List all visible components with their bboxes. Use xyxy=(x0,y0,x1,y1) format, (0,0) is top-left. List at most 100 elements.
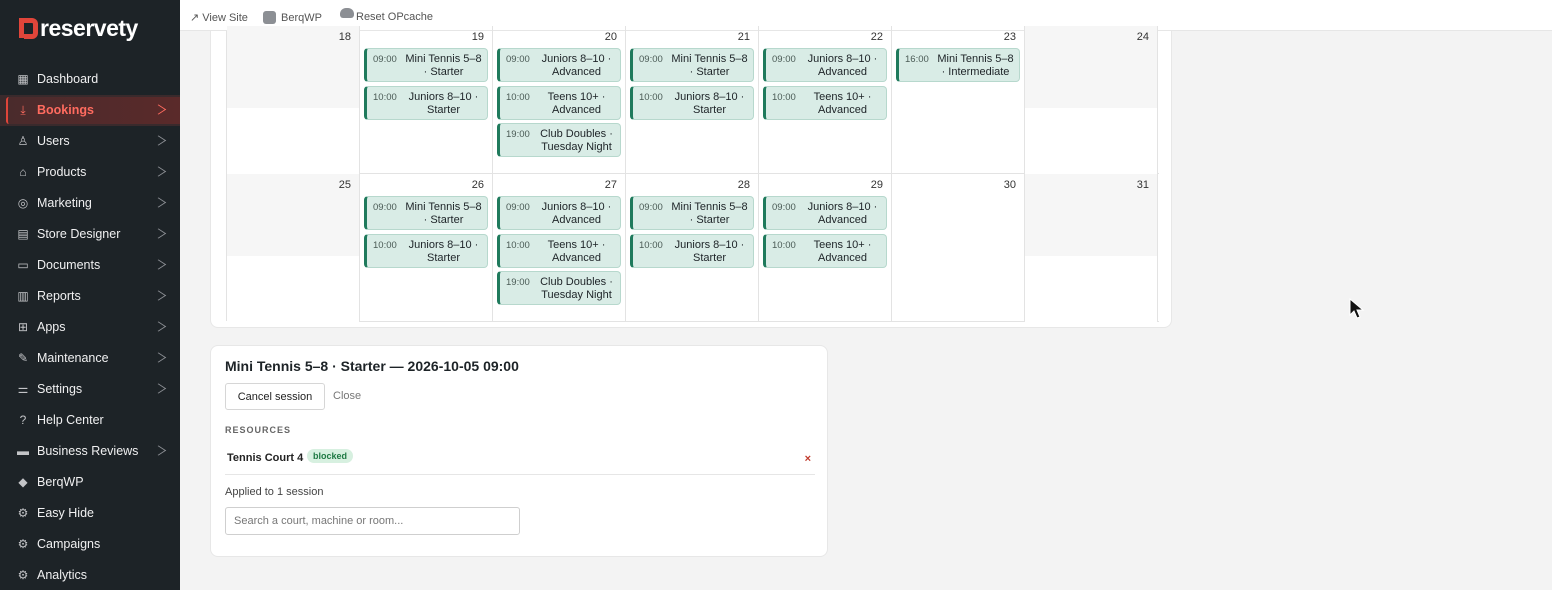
sidebar-item-label: Maintenance xyxy=(37,351,109,365)
event-time: 09:00 xyxy=(373,202,397,213)
chevron-right-icon xyxy=(150,259,167,270)
event-title: Juniors 8–10 · Starter xyxy=(408,91,479,116)
day-number: 31 xyxy=(1136,179,1149,191)
day-number: 29 xyxy=(870,179,883,191)
calendar-day-cell[interactable]: 29 09:00 Juniors 8–10 · Advanced 10:00 Teens… xyxy=(759,174,892,322)
sidebar-item-maintenance[interactable]: ✎ Maintenance xyxy=(0,343,180,374)
cloud-icon xyxy=(340,8,354,18)
event-time: 09:00 xyxy=(639,202,663,213)
sidebar-item-label: Marketing xyxy=(37,196,92,210)
event-title: Juniors 8–10 · Advanced xyxy=(807,53,878,78)
sidebar-item-store-designer[interactable]: ▤ Store Designer xyxy=(0,219,180,250)
cancel-session-button[interactable]: Cancel session xyxy=(225,383,325,410)
brand-logo[interactable]: reservety xyxy=(19,15,138,41)
day-number: 23 xyxy=(1003,31,1016,43)
event-time: 09:00 xyxy=(772,202,796,213)
event-time: 09:00 xyxy=(506,54,530,65)
calendar-event[interactable]: 19:00 Club Doubles · Tuesday Night xyxy=(497,271,621,305)
calendar-event[interactable]: 09:00 Mini Tennis 5–8 · Starter xyxy=(364,196,488,230)
reset-opcache-link[interactable]: Reset OPcache xyxy=(340,8,433,23)
chevron-right-icon xyxy=(150,290,167,301)
calendar-event[interactable]: 09:00 Juniors 8–10 · Advanced xyxy=(763,48,887,82)
calendar-event[interactable]: 16:00 Mini Tennis 5–8 · Intermediate xyxy=(896,48,1020,82)
calendar-event[interactable]: 10:00 Juniors 8–10 · Starter xyxy=(364,86,488,120)
event-title: Teens 10+ · Advanced xyxy=(547,91,606,116)
sidebar-item-analytics[interactable]: ⚙ Analytics xyxy=(0,560,180,590)
calendar-event[interactable]: 10:00 Teens 10+ · Advanced xyxy=(497,234,621,268)
sidebar-item-label: Easy Hide xyxy=(37,506,94,520)
calendar-day-cell[interactable]: 21 09:00 Mini Tennis 5–8 · Starter 10:00 Jun… xyxy=(626,26,759,174)
calendar-day-cell[interactable]: 18 xyxy=(227,26,360,174)
event-title: Mini Tennis 5–8 · Starter xyxy=(405,53,482,78)
day-number: 18 xyxy=(338,31,351,43)
day-number: 21 xyxy=(737,31,750,43)
calendar-event[interactable]: 09:00 Mini Tennis 5–8 · Starter xyxy=(630,196,754,230)
sidebar-item-bookings[interactable]: ⤓ Bookings xyxy=(0,95,180,126)
event-title: Mini Tennis 5–8 · Starter xyxy=(405,201,482,226)
sidebar-item-label: Business Reviews xyxy=(37,444,139,458)
calendar-event[interactable]: 10:00 Teens 10+ · Advanced xyxy=(497,86,621,120)
sidebar-item-apps[interactable]: ⊞ Apps xyxy=(0,312,180,343)
calendar-event[interactable]: 10:00 Juniors 8–10 · Starter xyxy=(630,86,754,120)
event-title: Juniors 8–10 · Advanced xyxy=(541,201,612,226)
calendar-day-cell[interactable]: 19 09:00 Mini Tennis 5–8 · Starter 10:00 Jun… xyxy=(360,26,493,174)
calendar-day-cell[interactable]: 25 xyxy=(227,174,360,322)
event-time: 10:00 xyxy=(772,240,796,251)
calendar-event[interactable]: 09:00 Juniors 8–10 · Advanced xyxy=(763,196,887,230)
resource-search-input[interactable] xyxy=(225,507,520,535)
session-title: Mini Tennis 5–8 · Starter — 2026-10-05 0… xyxy=(225,358,519,374)
event-time: 10:00 xyxy=(373,92,397,103)
gear-icon: ⚙ xyxy=(17,537,29,551)
calendar-event[interactable]: 09:00 Mini Tennis 5–8 · Starter xyxy=(630,48,754,82)
sidebar-item-label: Dashboard xyxy=(37,72,99,86)
calendar-day-cell[interactable]: 31 xyxy=(1025,174,1158,322)
calendar-day-cell[interactable]: 23 16:00 Mini Tennis 5–8 · Intermediate xyxy=(892,26,1025,174)
sidebar-item-label: Products xyxy=(37,165,87,179)
chevron-right-icon xyxy=(150,166,167,177)
calendar-day-cell[interactable]: 27 09:00 Juniors 8–10 · Advanced 10:00 Teens… xyxy=(493,174,626,322)
calendar-day-cell[interactable]: 28 09:00 Mini Tennis 5–8 · Starter 10:00 Jun… xyxy=(626,174,759,322)
sidebar-item-documents[interactable]: ▭ Documents xyxy=(0,250,180,281)
calendar-day-cell[interactable]: 26 09:00 Mini Tennis 5–8 · Starter 10:00 Jun… xyxy=(360,174,493,322)
sidebar-item-dashboard[interactable]: ▦ Dashboard xyxy=(0,64,180,95)
sidebar-item-reports[interactable]: ▥ Reports xyxy=(0,281,180,312)
event-title: Mini Tennis 5–8 · Starter xyxy=(671,53,748,78)
close-link[interactable]: Close xyxy=(333,390,361,402)
calendar-event[interactable]: 09:00 Mini Tennis 5–8 · Starter xyxy=(364,48,488,82)
calendar-day-cell[interactable]: 24 xyxy=(1025,26,1158,174)
status-badge: blocked xyxy=(307,449,354,463)
calendar-day-cell[interactable]: 22 09:00 Juniors 8–10 · Advanced 10:00 Teens… xyxy=(759,26,892,174)
calendar-event[interactable]: 09:00 Juniors 8–10 · Advanced xyxy=(497,196,621,230)
sidebar-item-products[interactable]: ⌂ Products xyxy=(0,157,180,188)
berqwp-link[interactable]: BerqWP xyxy=(263,11,322,24)
resource-name: Tennis Court 4 xyxy=(227,452,304,464)
event-title: Club Doubles · Tuesday Night xyxy=(540,128,613,153)
chevron-right-icon xyxy=(150,352,167,363)
calendar-event[interactable]: 19:00 Club Doubles · Tuesday Night xyxy=(497,123,621,157)
sidebar-item-help-center[interactable]: ? Help Center xyxy=(0,405,180,436)
sidebar-item-easy-hide[interactable]: ⚙ Easy Hide xyxy=(0,498,180,529)
view-site-link[interactable]: ↗ View Site xyxy=(190,11,248,24)
calendar-event[interactable]: 10:00 Teens 10+ · Advanced xyxy=(763,86,887,120)
sidebar-item-marketing[interactable]: ◎ Marketing xyxy=(0,188,180,219)
sidebar-item-settings[interactable]: ⚌ Settings xyxy=(0,374,180,405)
calendar-event[interactable]: 10:00 Teens 10+ · Advanced xyxy=(763,234,887,268)
event-time: 10:00 xyxy=(639,92,663,103)
calendar-event[interactable]: 10:00 Juniors 8–10 · Starter xyxy=(364,234,488,268)
calendar-day-cell[interactable]: 30 xyxy=(892,174,1025,322)
sidebar-item-berqwp[interactable]: ◆ BerqWP xyxy=(0,467,180,498)
calendar-event[interactable]: 09:00 Juniors 8–10 · Advanced xyxy=(497,48,621,82)
documents-icon: ▭ xyxy=(17,258,29,272)
store-icon: ▤ xyxy=(17,227,29,241)
remove-resource-icon[interactable]: × xyxy=(805,453,811,465)
sidebar-item-business-reviews[interactable]: ▬ Business Reviews xyxy=(0,436,180,467)
event-time: 10:00 xyxy=(772,92,796,103)
calendar-day-cell[interactable]: 20 09:00 Juniors 8–10 · Advanced 10:00 Teens… xyxy=(493,26,626,174)
sliders-icon: ⚌ xyxy=(17,382,29,396)
sidebar-item-campaigns[interactable]: ⚙ Campaigns xyxy=(0,529,180,560)
day-number: 19 xyxy=(471,31,484,43)
sidebar-item-label: Apps xyxy=(37,320,66,334)
calendar-event[interactable]: 10:00 Juniors 8–10 · Starter xyxy=(630,234,754,268)
session-detail-panel: Mini Tennis 5–8 · Starter — 2026-10-05 0… xyxy=(210,345,828,557)
sidebar-item-users[interactable]: ♙ Users xyxy=(0,126,180,157)
